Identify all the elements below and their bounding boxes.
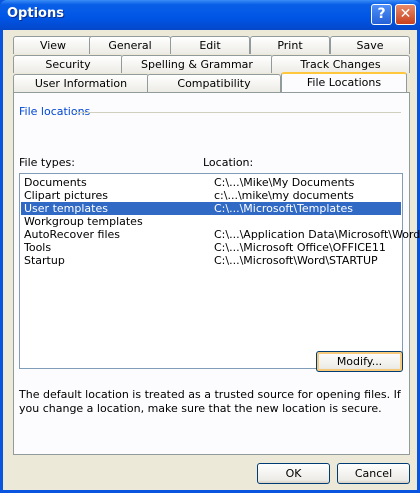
- dialog-client-area: View General Edit Print Save Security Sp…: [3, 30, 420, 490]
- cancel-button[interactable]: Cancel: [337, 463, 410, 484]
- file-type: Startup: [24, 254, 65, 267]
- tab-spelling-grammar[interactable]: Spelling & Grammar: [121, 55, 273, 73]
- file-location: C:\...\Microsoft\Templates: [214, 202, 353, 215]
- help-button[interactable]: ?: [371, 4, 392, 25]
- file-type: Workgroup templates: [24, 215, 143, 228]
- tab-file-locations[interactable]: File Locations: [281, 72, 407, 92]
- list-item[interactable]: Workgroup templates: [21, 215, 401, 228]
- tab-edit[interactable]: Edit: [170, 36, 250, 54]
- tab-general[interactable]: General: [89, 36, 171, 54]
- group-divider: [76, 112, 401, 113]
- tab-security[interactable]: Security: [13, 55, 123, 73]
- list-item[interactable]: Startup C:\...\Microsoft\Word\STARTUP: [21, 254, 401, 267]
- list-item[interactable]: Tools C:\...\Microsoft Office\OFFICE11: [21, 241, 401, 254]
- file-location: C:\...\Mike\My Documents: [214, 176, 355, 189]
- file-locations-panel: File locations File types: Location: Doc…: [13, 92, 420, 455]
- tab-compatibility[interactable]: Compatibility: [147, 74, 281, 92]
- file-location: C:\...\Application Data\Microsoft\Word: [214, 228, 420, 241]
- tab-track-changes[interactable]: Track Changes: [271, 55, 410, 73]
- file-locations-list[interactable]: Documents C:\...\Mike\My Documents Clipa…: [19, 173, 420, 369]
- list-item[interactable]: Documents C:\...\Mike\My Documents: [21, 176, 401, 189]
- modify-button[interactable]: Modify...: [316, 351, 403, 372]
- ok-button[interactable]: OK: [257, 463, 330, 484]
- trusted-location-note: The default location is treated as a tru…: [19, 388, 401, 415]
- tab-user-information[interactable]: User Information: [13, 74, 149, 92]
- list-item-selected[interactable]: User templates C:\...\Microsoft\Template…: [21, 202, 401, 215]
- tab-view[interactable]: View: [13, 36, 93, 54]
- location-header: Location:: [203, 156, 254, 169]
- close-button[interactable]: ✕: [395, 4, 416, 25]
- list-item[interactable]: AutoRecover files C:\...\Application Dat…: [21, 228, 420, 241]
- file-type: AutoRecover files: [24, 228, 121, 241]
- list-item[interactable]: Clipart pictures c:\...\mike\my document…: [21, 189, 401, 202]
- tab-print[interactable]: Print: [250, 36, 330, 54]
- window-title: Options: [7, 6, 64, 21]
- file-location: C:\...\Microsoft Office\OFFICE11: [214, 241, 386, 254]
- file-type: Clipart pictures: [24, 189, 108, 202]
- file-type: User templates: [24, 202, 108, 215]
- options-dialog: Options ? ✕ View General Edit Print Save…: [0, 0, 420, 493]
- title-bar[interactable]: Options ? ✕: [0, 0, 420, 30]
- file-type: Documents: [24, 176, 87, 189]
- tab-save[interactable]: Save: [330, 36, 410, 54]
- file-types-header: File types:: [19, 156, 75, 169]
- file-location: c:\...\mike\my documents: [214, 189, 354, 202]
- file-location: C:\...\Microsoft\Word\STARTUP: [214, 254, 378, 267]
- file-type: Tools: [24, 241, 52, 254]
